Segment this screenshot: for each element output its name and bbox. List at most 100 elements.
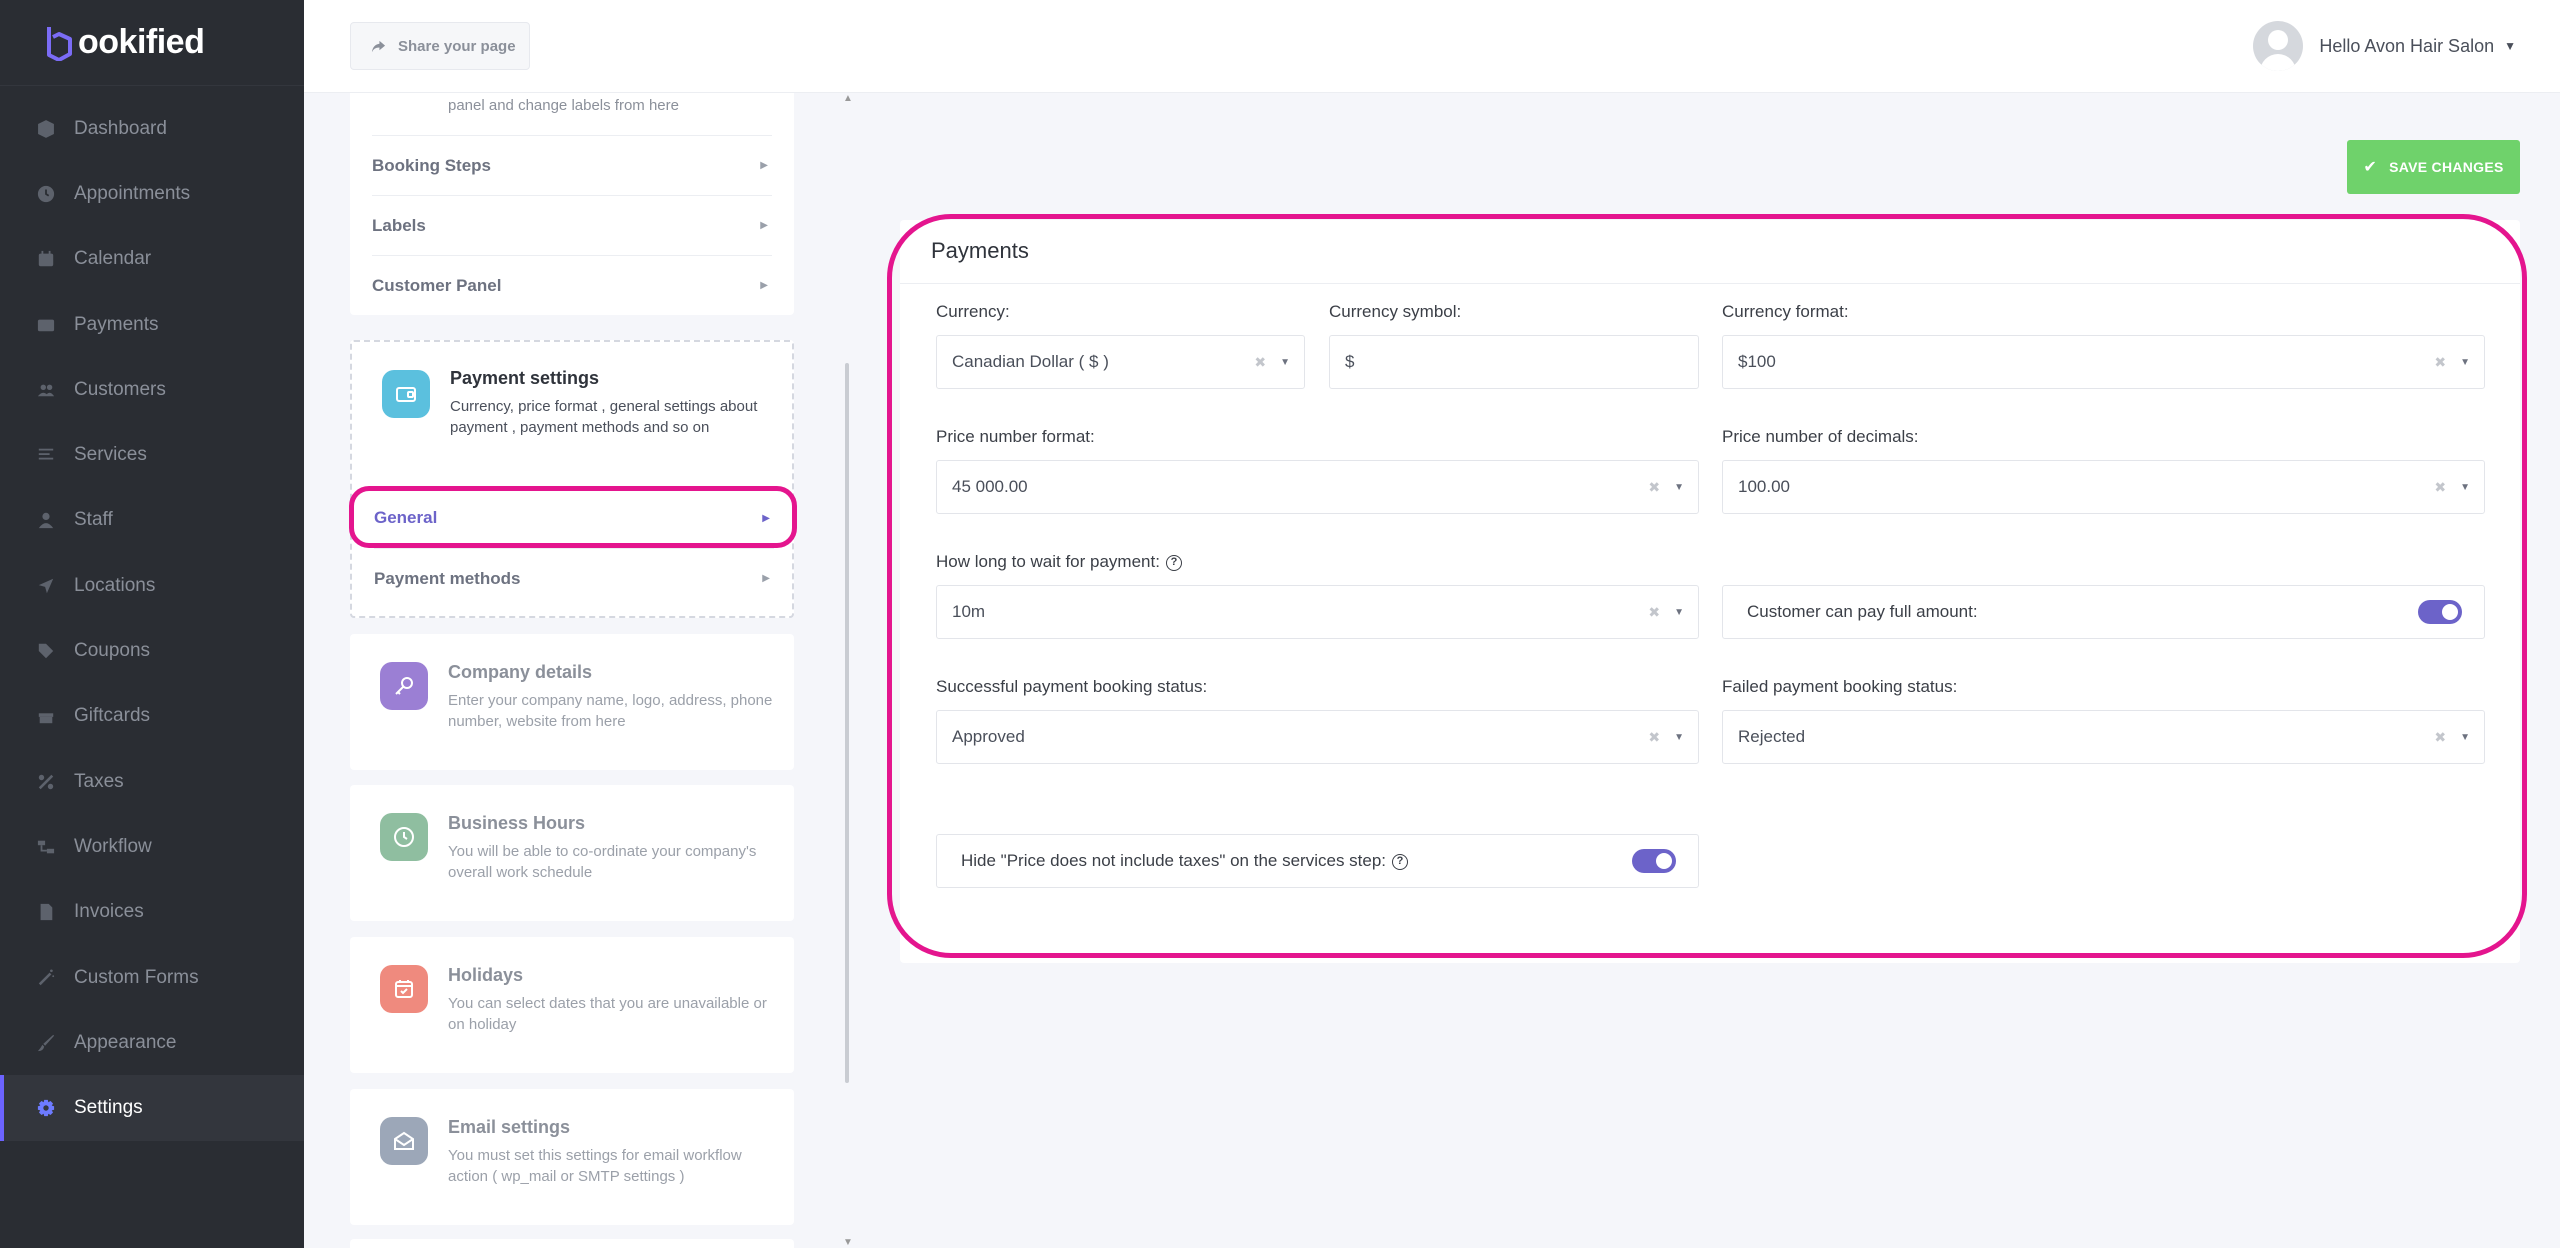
tag-icon — [36, 641, 56, 661]
hide-taxes-label-wrap: Hide "Price does not include taxes" on t… — [961, 851, 1632, 871]
successful-status-select[interactable]: Approved ✖ ▼ — [936, 710, 1699, 764]
scrollbar-thumb[interactable] — [845, 363, 849, 1083]
share-page-button[interactable]: Share your page — [350, 22, 530, 70]
price-decimals-label: Price number of decimals: — [1722, 427, 1919, 446]
failed-status-select[interactable]: Rejected ✖ ▼ — [1722, 710, 2485, 764]
sidebar-item-coupons[interactable]: Coupons — [0, 618, 304, 683]
scroll-down-icon: ▼ — [843, 1237, 853, 1248]
invoice-icon — [36, 902, 56, 922]
share-page-label: Share your page — [398, 37, 516, 55]
sidebar-item-giftcards[interactable]: Giftcards — [0, 684, 304, 749]
price-number-format-value: 45 000.00 — [952, 477, 1028, 496]
question-icon[interactable]: ? — [1165, 554, 1182, 571]
sidebar-item-locations[interactable]: Locations — [0, 553, 304, 618]
card-description: You must set this settings for email wor… — [448, 1147, 742, 1185]
currency-format-label: Currency format: — [1722, 302, 1849, 321]
sidebar-item-label: Staff — [74, 509, 113, 531]
wait-for-payment-select[interactable]: 10m ✖ ▼ — [936, 585, 1699, 639]
user-menu[interactable]: Hello Avon Hair Salon ▼ — [2253, 20, 2516, 72]
sidebar-item-label: Giftcards — [74, 705, 151, 727]
price-decimals-select[interactable]: 100.00 ✖ ▼ — [1722, 460, 2485, 514]
chevron-down-icon: ▼ — [2460, 481, 2470, 493]
currency-select[interactable]: Canadian Dollar ( $ ) ✖ ▼ — [936, 335, 1305, 389]
key-icon — [380, 662, 428, 710]
chevron-right-icon: ▶ — [762, 573, 770, 584]
card-description: You can select dates that you are unavai… — [448, 995, 767, 1033]
price-decimals-value: 100.00 — [1738, 477, 1790, 496]
sub-item-label: Booking Steps — [372, 155, 492, 175]
sidebar-item-label: Settings — [74, 1097, 143, 1119]
sidebar-item-invoices[interactable]: Invoices — [0, 880, 304, 945]
sub-item-label: Payment methods — [374, 568, 521, 588]
clear-icon[interactable]: ✖ — [2434, 479, 2446, 496]
wallet-icon — [36, 315, 56, 335]
sidebar-item-staff[interactable]: Staff — [0, 488, 304, 553]
sub-item-payment-methods[interactable]: Payment methods ▶ — [374, 548, 774, 608]
currency-symbol-input[interactable] — [1329, 335, 1699, 389]
customer-full-amount-toggle[interactable] — [2418, 600, 2462, 624]
sidebar-item-label: Locations — [74, 574, 156, 596]
location-arrow-icon — [36, 576, 56, 596]
currency-format-select[interactable]: $100 ✖ ▼ — [1722, 335, 2485, 389]
settings-card-partial — [350, 1239, 794, 1248]
calendar-icon — [36, 249, 56, 269]
settings-card-holidays[interactable]: Holidays You can select dates that you a… — [350, 937, 794, 1073]
sub-item-label: Customer Panel — [372, 275, 502, 295]
avatar — [2253, 21, 2304, 71]
sidebar-item-label: Customers — [74, 378, 166, 400]
sidebar-item-customers[interactable]: Customers — [0, 357, 304, 422]
failed-status-label: Failed payment booking status: — [1722, 677, 1958, 696]
settings-card-business-hours[interactable]: Business Hours You will be able to co-or… — [350, 785, 794, 921]
sidebar-item-label: Custom Forms — [74, 966, 199, 988]
currency-format-value: $100 — [1738, 352, 1776, 371]
chevron-right-icon: ▶ — [760, 160, 768, 171]
sidebar-item-taxes[interactable]: Taxes — [0, 749, 304, 814]
clear-icon[interactable]: ✖ — [1254, 354, 1266, 371]
check-icon: ✔ — [2363, 159, 2378, 176]
sub-item-customer-panel[interactable]: Customer Panel ▶ — [372, 255, 772, 315]
sidebar-item-dashboard[interactable]: Dashboard — [0, 96, 304, 161]
sidebar-item-label: Invoices — [74, 901, 144, 923]
card-title: Company details — [448, 662, 593, 682]
sidebar-item-label: Coupons — [74, 640, 151, 662]
sidebar-item-calendar[interactable]: Calendar — [0, 227, 304, 292]
settings-card-payment[interactable]: Payment settings Currency, price format … — [350, 340, 794, 618]
sub-item-booking-steps[interactable]: Booking Steps ▶ — [372, 135, 772, 195]
panel-divider — [900, 283, 2520, 284]
sidebar-item-payments[interactable]: Payments — [0, 292, 304, 357]
clear-icon[interactable]: ✖ — [1648, 604, 1660, 621]
clear-icon[interactable]: ✖ — [1648, 729, 1660, 746]
clear-icon[interactable]: ✖ — [2434, 729, 2446, 746]
panel-title: Payments — [931, 238, 1029, 263]
save-changes-button[interactable]: ✔ SAVE CHANGES — [2347, 140, 2520, 194]
envelope-open-icon — [380, 1117, 428, 1165]
settings-card-email-settings[interactable]: Email settings You must set this setting… — [350, 1089, 794, 1225]
list-icon — [36, 445, 56, 465]
percent-icon — [36, 772, 56, 792]
settings-list-scrollbar[interactable]: ▲ ▼ — [843, 93, 853, 1248]
sub-item-labels[interactable]: Labels ▶ — [372, 195, 772, 255]
sidebar-item-settings[interactable]: Settings — [0, 1075, 304, 1142]
sidebar-item-custom-forms[interactable]: Custom Forms — [0, 945, 304, 1010]
clear-icon[interactable]: ✖ — [1648, 479, 1660, 496]
settings-card-company-details[interactable]: Company details Enter your company name,… — [350, 634, 794, 770]
successful-status-value: Approved — [952, 727, 1025, 746]
clock-icon — [36, 184, 56, 204]
sub-item-label: Labels — [372, 215, 426, 235]
sidebar-item-appointments[interactable]: Appointments — [0, 161, 304, 226]
price-number-format-label: Price number format: — [936, 427, 1095, 446]
chevron-right-icon: ▶ — [760, 280, 768, 291]
sidebar-nav: Dashboard Appointments Calendar Payments… — [0, 96, 304, 1142]
card-title: Payment settings — [450, 368, 600, 388]
sidebar-item-label: Appointments — [74, 182, 191, 204]
sidebar-item-services[interactable]: Services — [0, 422, 304, 487]
clear-icon[interactable]: ✖ — [2434, 354, 2446, 371]
chevron-right-icon: ▶ — [760, 220, 768, 231]
sidebar: ookified Dashboard Appointments Calendar… — [0, 0, 304, 1248]
logo[interactable]: ookified — [0, 0, 304, 86]
sidebar-item-workflow[interactable]: Workflow — [0, 814, 304, 879]
price-number-format-select[interactable]: 45 000.00 ✖ ▼ — [936, 460, 1699, 514]
hide-taxes-toggle[interactable] — [1632, 849, 1676, 873]
sidebar-item-appearance[interactable]: Appearance — [0, 1010, 304, 1075]
question-icon[interactable]: ? — [1392, 853, 1409, 870]
